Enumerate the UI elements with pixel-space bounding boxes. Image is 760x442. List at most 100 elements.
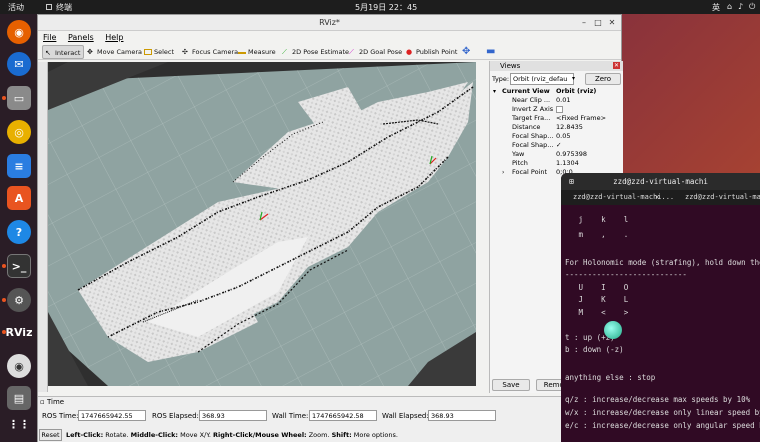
close-icon[interactable]: ✕ (607, 18, 617, 28)
terminal-tabs: zzd@zzd-virtual-machi... ✕ zzd@zzd-virtu… (561, 190, 760, 205)
menu-panels[interactable]: Panels (68, 33, 94, 42)
prop-focal-shape-size[interactable]: Focal Shap... 0.05 (490, 132, 623, 141)
firefox-icon[interactable]: ◉ (7, 20, 31, 44)
terminal-title: zzd@zzd-virtual-machi (613, 177, 708, 186)
save-button[interactable]: Save (492, 379, 530, 391)
prop-pitch[interactable]: Pitch 1.1304 (490, 159, 623, 168)
terminal-line: b : down (-z) (565, 345, 624, 354)
reset-button[interactable]: Reset (39, 429, 62, 441)
tool-measure[interactable]: Measure (238, 45, 276, 59)
ros-time-field[interactable]: 1747665942.55 (78, 410, 146, 421)
files-icon[interactable]: ▭ (7, 86, 31, 110)
wall-time-field[interactable]: 1747665942.58 (309, 410, 377, 421)
terminal-line: w/x : increase/decrease only linear spee… (565, 408, 760, 417)
expand-arrow-icon[interactable]: ▾ (493, 87, 496, 96)
prop-yaw[interactable]: Yaw 0.975398 (490, 150, 623, 159)
running-indicator (2, 298, 6, 302)
help-icon[interactable]: ? (7, 220, 31, 244)
app-center-icon[interactable]: A (7, 186, 31, 210)
views-close-icon[interactable]: ✕ (613, 62, 620, 69)
tool-move-camera[interactable]: ✥ Move Camera (87, 45, 142, 59)
prop-focal-shape-fixed[interactable]: Focal Shap... ✓ (490, 141, 623, 150)
tool-select[interactable]: Select (144, 45, 174, 59)
chevron-down-icon[interactable]: ▾ (572, 73, 580, 85)
goal-pose-icon: ⟋ (349, 48, 354, 56)
view-type-select[interactable]: Orbit (rviz_defau (510, 73, 574, 85)
trash-icon[interactable]: ▤ (7, 386, 31, 410)
running-indicator (2, 96, 6, 100)
terminal-tab-2[interactable]: zzd@zzd-virtual-machi (685, 190, 760, 205)
clock[interactable]: 5月19日 22：45 (355, 2, 417, 13)
activities-button[interactable]: 活动 (8, 2, 24, 13)
terminal-window[interactable]: ⊞ zzd@zzd-virtual-machi zzd@zzd-virtual-… (561, 173, 760, 442)
running-indicator (2, 330, 6, 334)
active-app-label[interactable]: 终端 (56, 2, 72, 13)
network-icon[interactable]: ⌂ (727, 2, 732, 11)
current-view-row[interactable]: ▾ Current View Orbit (rviz) (490, 87, 623, 96)
prop-invert-z-axis[interactable]: Invert Z Axis (490, 105, 623, 114)
maximize-icon[interactable]: □ (593, 18, 603, 28)
zero-button[interactable]: Zero (585, 73, 621, 85)
terminal-line: J K L (565, 295, 629, 304)
terminal-line: anything else : stop (565, 373, 656, 382)
menu-help[interactable]: Help (105, 33, 123, 42)
terminal-line: U I O (565, 283, 629, 292)
tool-interact[interactable]: ↖ Interact (42, 45, 85, 59)
new-tab-icon[interactable]: ⊞ (569, 173, 574, 190)
rhythmbox-icon[interactable]: ◎ (7, 120, 31, 144)
writer-icon[interactable]: ≡ (7, 154, 31, 178)
toolbar: ↖ Interact ✥ Move Camera Select ✣ Focus Cam… (38, 44, 621, 60)
terminal-line: m , . (565, 230, 629, 239)
power-icon[interactable]: ⏻ (749, 2, 755, 12)
time-panel: ▫ Time ROS Time: 1747665942.55 ROS Elaps… (38, 396, 621, 442)
terminal-icon[interactable]: >_ (7, 254, 31, 278)
add-tool-icon[interactable]: ✥ (462, 45, 470, 59)
rviz-icon[interactable]: RViz (6, 320, 32, 344)
dock: ◉ ✉ ▭ ◎ ≡ A ? >_ ⚙ RViz ◉ ▤ ⋮⋮ (0, 14, 38, 442)
displays-panel-collapsed[interactable] (38, 62, 48, 392)
focal-shape-checkbox[interactable]: ✓ (556, 141, 561, 150)
tab-close-icon[interactable]: ✕ (655, 190, 659, 205)
measure-icon (238, 48, 246, 54)
thunderbird-icon[interactable]: ✉ (7, 52, 31, 76)
tool-focus-camera[interactable]: ✣ Focus Camera (182, 45, 238, 59)
mouse-help-text: Left-Click: Rotate. Middle-Click: Move X… (66, 431, 398, 439)
ros-elapsed-field[interactable]: 368.93 (199, 410, 267, 421)
menu-file[interactable]: File (43, 33, 56, 42)
terminal-app-icon (46, 4, 52, 10)
remove-tool-icon[interactable]: ▬ (486, 45, 495, 59)
expand-arrow-icon[interactable]: › (502, 168, 504, 177)
prop-near-clip[interactable]: Near Clip ... 0.01 (490, 96, 623, 105)
show-apps-icon[interactable]: ⋮⋮ (7, 412, 31, 436)
invert-z-checkbox[interactable] (556, 106, 563, 113)
window-title: RViz* (319, 18, 340, 27)
tool-2d-pose-estimate[interactable]: ⟋ 2D Pose Estimate (282, 45, 349, 59)
time-panel-header: ▫ Time (40, 398, 65, 406)
interact-icon: ↖ (45, 49, 51, 57)
cursor-globe-icon (604, 321, 622, 339)
prop-target-frame[interactable]: Target Fra... <Fixed Frame> (490, 114, 623, 123)
running-indicator (2, 264, 6, 268)
minimize-icon[interactable]: – (579, 18, 589, 28)
prop-distance[interactable]: Distance 12.8435 (490, 123, 623, 132)
tool-publish-point[interactable]: ● Publish Point (406, 45, 457, 59)
volume-icon[interactable]: ♪ (738, 2, 743, 11)
3d-viewport[interactable] (48, 62, 476, 386)
input-method-indicator[interactable]: 英 (712, 2, 720, 13)
focus-camera-icon: ✣ (182, 48, 188, 56)
view-type-label: Type: (492, 75, 510, 83)
terminal-line: e/c : increase/decrease only angular spe… (565, 421, 760, 430)
view-type-row: Type: Orbit (rviz_defau ▾ Zero (490, 71, 623, 87)
ros-time-label: ROS Time: (42, 412, 79, 420)
menu-bar: File Panels Help (38, 31, 621, 44)
tool-2d-goal-pose[interactable]: ⟋ 2D Goal Pose (349, 45, 402, 59)
clock-icon: ▫ (40, 398, 47, 406)
disc-icon[interactable]: ◉ (7, 354, 31, 378)
settings-icon[interactable]: ⚙ (7, 288, 31, 312)
wall-elapsed-field[interactable]: 368.93 (428, 410, 496, 421)
terminal-line: q/z : increase/decrease max speeds by 10… (565, 395, 751, 404)
terminal-line: --------------------------- (565, 270, 687, 279)
window-titlebar: RViz* – □ ✕ (38, 15, 621, 31)
map-render (48, 62, 476, 386)
system-top-bar: 活动 终端 5月19日 22：45 英 ⌂ ♪ ⏻ (0, 0, 760, 14)
